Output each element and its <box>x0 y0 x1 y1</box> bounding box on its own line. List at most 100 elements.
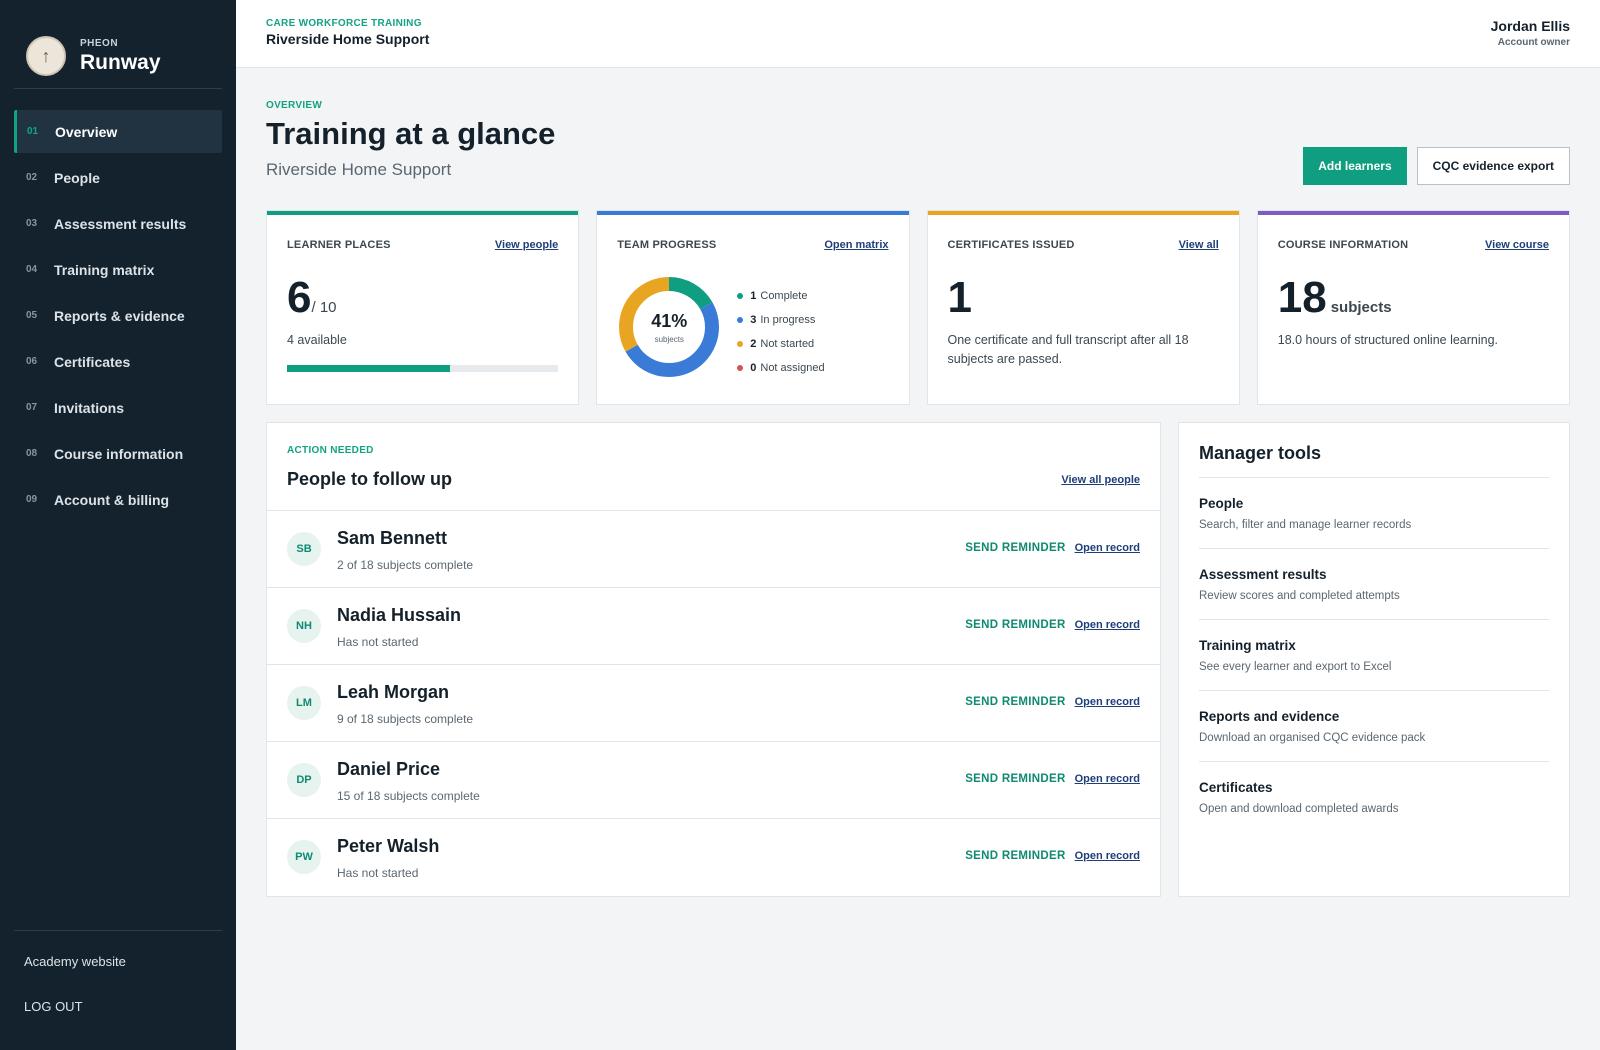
places-available: 4 available <box>287 333 347 347</box>
sidebar-nav: 01 Overview 02 People 03 Assessment results… <box>14 110 222 524</box>
sidebar-item-assessment-results[interactable]: 03 Assessment results <box>14 202 222 245</box>
person-name: Peter Walsh <box>337 836 440 856</box>
certificates-card: CERTIFICATES ISSUED View all 1 One certi… <box>926 210 1240 405</box>
person-name: Sam Bennett <box>337 528 448 548</box>
page-kicker: OVERVIEW <box>266 100 323 111</box>
list-item: PW Peter Walsh Has not started SEND REMI… <box>267 819 1160 896</box>
main-content: OVERVIEW Training at a glance Riverside … <box>266 68 1570 897</box>
tool-name: People <box>1199 496 1244 511</box>
places-progress-fill <box>287 365 450 372</box>
send-reminder-button[interactable]: SEND REMINDER <box>965 619 1065 631</box>
list-item: LM Leah Morgan 9 of 18 subjects complete… <box>267 665 1160 742</box>
course-subjects-value: 18 subjects <box>1278 273 1392 323</box>
open-record-link[interactable]: Open record <box>1075 696 1140 708</box>
tool-people[interactable]: People Search, filter and manage learner … <box>1199 478 1549 549</box>
team-progress-card: TEAM PROGRESS Open matrix 41% subjects 1… <box>596 210 910 405</box>
add-learners-button[interactable]: Add learners <box>1303 147 1407 185</box>
card-title: COURSE INFORMATION <box>1277 239 1409 251</box>
sidebar-item-invitations[interactable]: 07 Invitations <box>14 386 222 429</box>
legend-dot <box>737 341 744 347</box>
card-title: CERTIFICATES ISSUED <box>947 239 1075 251</box>
legend-count: 3 <box>750 314 757 326</box>
learner-places-value: 6/ 10 <box>287 273 337 323</box>
sidebar-item-people[interactable]: 02 People <box>14 156 222 199</box>
follow-up-panel: ACTION NEEDED People to follow up View a… <box>266 422 1161 897</box>
sidebar-item-reports[interactable]: 05 Reports & evidence <box>14 294 222 337</box>
topbar: CARE WORKFORCE TRAINING Riverside Home S… <box>236 0 1600 68</box>
open-record-link[interactable]: Open record <box>1075 619 1140 631</box>
tool-training-matrix[interactable]: Training matrix See every learner and exp… <box>1199 620 1549 691</box>
sidebar-item-certificates[interactable]: 06 Certificates <box>14 340 222 383</box>
nav-num: 09 <box>26 494 38 505</box>
nav-label: Account & billing <box>54 491 170 508</box>
summary-cards: LEARNER PLACES View people 6/ 10 4 avail… <box>266 210 1570 405</box>
nav-num: 08 <box>26 448 38 459</box>
nav-num: 04 <box>26 264 38 275</box>
tool-certificates[interactable]: Certificates Open and download completed … <box>1199 762 1549 833</box>
person-name: Leah Morgan <box>337 682 450 702</box>
view-people-link[interactable]: View people <box>495 239 558 251</box>
org-kicker: CARE WORKFORCE TRAINING <box>266 18 422 29</box>
sidebar-item-overview[interactable]: 01 Overview <box>14 110 222 153</box>
tool-desc: Download an organised CQC evidence pack <box>1199 732 1426 744</box>
course-information-card: COURSE INFORMATION View course 18 subject… <box>1256 210 1570 405</box>
list-item: SB Sam Bennett 2 of 18 subjects complete… <box>267 511 1160 588</box>
academy-website-link[interactable]: Academy website <box>24 954 126 969</box>
nav-num: 07 <box>26 402 38 413</box>
learner-places-card: LEARNER PLACES View people 6/ 10 4 avail… <box>266 210 580 405</box>
tool-name: Certificates <box>1199 780 1273 795</box>
legend-not-started: 2 Not started <box>737 332 824 356</box>
donut-percent: 41% <box>651 310 688 331</box>
nav-num: 03 <box>26 218 38 229</box>
send-reminder-button[interactable]: SEND REMINDER <box>965 696 1065 708</box>
places-used: 6 <box>287 273 312 322</box>
logout-link[interactable]: LOG OUT <box>24 999 83 1014</box>
person-status: Has not started <box>337 635 419 649</box>
manager-tools-panel: Manager tools People Search, filter and m… <box>1178 422 1570 897</box>
open-record-link[interactable]: Open record <box>1075 542 1140 554</box>
nav-label: Reports & evidence <box>54 307 185 324</box>
nav-num: 01 <box>27 126 39 137</box>
open-record-link[interactable]: Open record <box>1075 773 1140 785</box>
progress-legend: 1 Complete 3 In progress 2 Not started 0 Not… <box>737 284 825 380</box>
nav-label: Certificates <box>54 353 131 370</box>
tool-name: Assessment results <box>1199 567 1327 582</box>
send-reminder-button[interactable]: SEND REMINDER <box>965 773 1065 785</box>
send-reminder-button[interactable]: SEND REMINDER <box>965 850 1065 862</box>
view-all-certificates-link[interactable]: View all <box>1179 239 1219 251</box>
tool-desc: Open and download completed awards <box>1199 803 1399 815</box>
subjects-unit: subjects <box>1330 299 1392 316</box>
sidebar-item-training-matrix[interactable]: 04 Training matrix <box>14 248 222 291</box>
nav-num: 05 <box>26 310 38 321</box>
action-needed-kicker: ACTION NEEDED <box>287 445 374 456</box>
list-item: NH Nadia Hussain Has not started SEND RE… <box>267 588 1160 665</box>
nav-label: Course information <box>54 445 184 462</box>
legend-dot <box>737 365 744 371</box>
send-reminder-button[interactable]: SEND REMINDER <box>965 542 1065 554</box>
avatar: PW <box>287 840 321 874</box>
sidebar-divider <box>14 930 222 931</box>
user-role: Account owner <box>1497 37 1570 48</box>
open-matrix-link[interactable]: Open matrix <box>824 239 888 251</box>
view-course-link[interactable]: View course <box>1485 239 1549 251</box>
view-all-people-link[interactable]: View all people <box>1061 474 1140 486</box>
follow-up-title: People to follow up <box>287 469 452 489</box>
list-item: DP Daniel Price 15 of 18 subjects comple… <box>267 742 1160 819</box>
bottom-section: ACTION NEEDED People to follow up View a… <box>266 422 1570 897</box>
tool-name: Reports and evidence <box>1199 709 1340 724</box>
brand[interactable]: ↑ PHEON Runway <box>0 0 236 88</box>
avatar: LM <box>287 686 321 720</box>
legend-count: 0 <box>750 362 757 374</box>
nav-label: Training matrix <box>54 261 155 278</box>
open-record-link[interactable]: Open record <box>1075 850 1140 862</box>
person-name: Daniel Price <box>337 759 441 779</box>
sidebar-item-account-billing[interactable]: 09 Account & billing <box>14 478 222 521</box>
sidebar-item-course-information[interactable]: 08 Course information <box>14 432 222 475</box>
tool-assessment-results[interactable]: Assessment results Review scores and comp… <box>1199 549 1549 620</box>
tool-reports-evidence[interactable]: Reports and evidence Download an organise… <box>1199 691 1549 762</box>
course-note: 18.0 hours of structured online learning… <box>1277 333 1499 347</box>
user-menu[interactable]: Jordan Ellis Account owner <box>1491 18 1570 48</box>
header-actions: Add learners CQC evidence export <box>1303 147 1570 185</box>
legend-label: Not assigned <box>760 362 825 374</box>
cqc-export-button[interactable]: CQC evidence export <box>1416 147 1570 185</box>
